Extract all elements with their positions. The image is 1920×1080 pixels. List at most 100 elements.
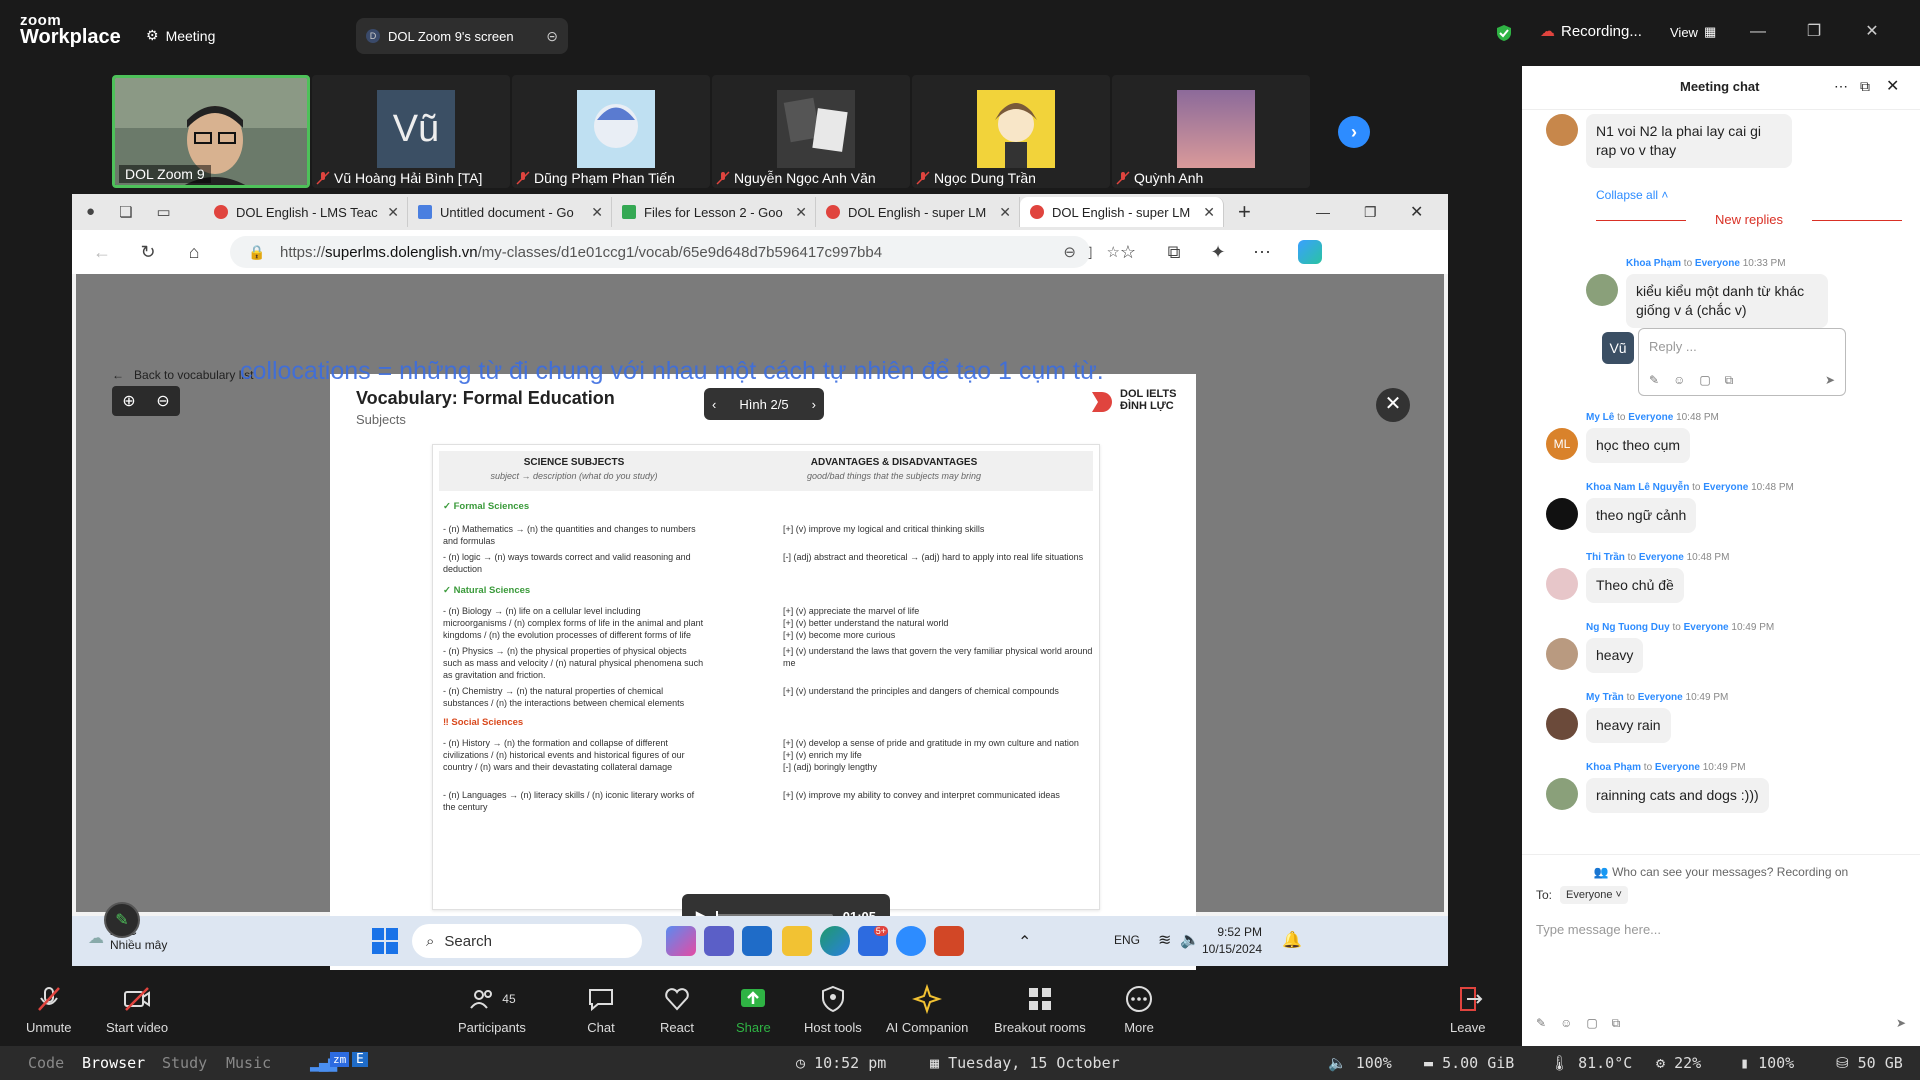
close-icon[interactable]: ✕ — [1860, 20, 1884, 44]
start-video-button[interactable]: Start video — [106, 984, 168, 1035]
zoom-out-icon[interactable]: ⊖ — [156, 391, 169, 411]
extensions-icon[interactable]: ✦ — [1206, 242, 1230, 263]
send-icon[interactable]: ➤ — [1825, 373, 1835, 387]
tab-close-icon[interactable]: ✕ — [795, 204, 807, 221]
tab-close-icon[interactable]: ✕ — [387, 204, 399, 221]
next-participants-button[interactable]: › — [1338, 116, 1370, 148]
browser-tab-active[interactable]: DOL English - super LM ✕ — [1020, 197, 1224, 227]
message-text[interactable]: Theo chủ đề — [1586, 568, 1684, 603]
annotate-pen-button[interactable]: ✎ — [104, 902, 140, 938]
meeting-info-button[interactable]: ⚙ Meeting — [146, 27, 215, 44]
workspace-browser[interactable]: Browser — [82, 1054, 145, 1072]
emoji-icon[interactable]: ☺ — [1560, 1016, 1572, 1031]
leave-button[interactable]: Leave — [1450, 984, 1485, 1035]
message-text[interactable]: học theo cụm — [1586, 428, 1691, 463]
zoom-in-icon[interactable]: ⊕ — [122, 391, 135, 411]
view-button[interactable]: View ▦ — [1670, 24, 1716, 40]
restore-icon[interactable]: ❐ — [1364, 204, 1377, 221]
address-bar[interactable]: 🔒 https://superlms.dolenglish.vn/my-clas… — [230, 236, 1120, 268]
new-tab-icon[interactable]: + — [1238, 199, 1251, 225]
screen-share-pill[interactable]: D DOL Zoom 9's screen ⊝ — [356, 18, 568, 54]
more-options-icon[interactable]: ⊝ — [546, 28, 558, 45]
more-icon[interactable]: ⋯ — [1834, 78, 1848, 95]
emoji-icon[interactable]: ☺ — [1673, 373, 1685, 388]
collapse-all-link[interactable]: Collapse all ˄ — [1596, 188, 1668, 202]
chat-input[interactable]: Type message here... — [1536, 922, 1661, 937]
participant-tile[interactable]: Quỳnh Anh — [1112, 75, 1310, 188]
tab-close-icon[interactable]: ✕ — [999, 204, 1011, 221]
home-icon[interactable]: ⌂ — [182, 242, 206, 263]
workspace-study[interactable]: Study — [162, 1054, 207, 1072]
participant-tile[interactable]: Ngọc Dung Trần — [912, 75, 1110, 188]
zoom-out-icon[interactable]: ⊖ — [1063, 243, 1076, 261]
tab-close-icon[interactable]: ✕ — [591, 204, 603, 221]
folder-icon[interactable] — [782, 926, 812, 956]
participant-tile[interactable]: DOL Zoom 9 — [112, 75, 310, 188]
file-icon[interactable]: ▢ — [1699, 373, 1710, 388]
message-text[interactable]: heavy — [1586, 638, 1644, 673]
restore-icon[interactable]: ❐ — [1802, 20, 1826, 44]
more-button[interactable]: More — [1124, 984, 1154, 1035]
tab-close-icon[interactable]: ✕ — [1203, 204, 1215, 221]
unmute-button[interactable]: Unmute — [26, 984, 72, 1035]
more-icon[interactable]: ⋯ — [1250, 242, 1274, 263]
browser-tab[interactable]: DOL English - LMS Teac ✕ — [204, 197, 408, 227]
browser-tab[interactable]: Files for Lesson 2 - Goo ✕ — [612, 197, 816, 227]
zoom-app-icon[interactable] — [896, 926, 926, 956]
format-icon[interactable]: ✎ — [1649, 373, 1659, 388]
tab-actions-icon[interactable]: ▭ — [157, 203, 171, 221]
format-icon[interactable]: ✎ — [1536, 1016, 1546, 1031]
status-volume[interactable]: 🔈 100% — [1328, 1054, 1392, 1072]
recipient-select[interactable]: Everyone ˅ — [1560, 886, 1628, 904]
close-slide-button[interactable]: ✕ — [1376, 388, 1410, 422]
pop-out-icon[interactable]: ⧉ — [1860, 78, 1870, 95]
evkey-tray-icon[interactable]: E — [352, 1052, 368, 1067]
participants-button[interactable]: 45 Participants — [458, 984, 526, 1035]
message-text[interactable]: theo ngữ cảnh — [1586, 498, 1697, 533]
screenshot-icon[interactable]: ⧉ — [1725, 373, 1734, 388]
zalo-icon[interactable]: 5+ — [858, 926, 888, 956]
who-can-see-link[interactable]: 👥 Who can see your messages? Recording o… — [1522, 854, 1920, 879]
message-text[interactable]: kiểu kiểu một danh từ khác giống v á (ch… — [1626, 274, 1828, 328]
profile-icon[interactable]: ● — [86, 203, 95, 221]
host-tools-button[interactable]: Host tools — [804, 984, 862, 1035]
participant-tile[interactable]: Vũ Vũ Hoàng Hải Bình [TA] — [312, 75, 510, 188]
zalo-tray-icon[interactable]: zm — [330, 1052, 350, 1067]
screenshot-icon[interactable]: ⧉ — [1612, 1016, 1621, 1031]
chevron-left-icon[interactable]: ‹ — [712, 397, 716, 412]
participant-tile[interactable]: Nguyễn Ngọc Anh Văn — [712, 75, 910, 188]
ai-companion-button[interactable]: AI Companion — [886, 984, 968, 1035]
language-indicator[interactable]: ENG — [1114, 933, 1140, 947]
message-text[interactable]: rainning cats and dogs :))) — [1586, 778, 1769, 813]
browser-tab[interactable]: Untitled document - Go ✕ — [408, 197, 612, 227]
teams-icon[interactable] — [704, 926, 734, 956]
reply-input[interactable]: Reply ... ✎ ☺ ▢ ⧉ ➤ — [1638, 328, 1846, 396]
volume-icon[interactable]: 🔈 — [1180, 930, 1200, 950]
minimize-icon[interactable]: — — [1316, 204, 1330, 220]
chevron-up-icon[interactable]: ⌃ — [1018, 932, 1031, 952]
back-to-vocab-link[interactable]: ← Back to vocabulary list — [112, 368, 253, 382]
shield-icon[interactable] — [1496, 24, 1512, 42]
react-button[interactable]: React — [660, 984, 694, 1035]
chat-button[interactable]: Chat — [586, 984, 616, 1035]
notification-bell-icon[interactable]: 🔔 — [1282, 930, 1302, 950]
recording-indicator[interactable]: ☁ Recording... — [1540, 22, 1642, 41]
close-icon[interactable]: ✕ — [1410, 202, 1423, 222]
store-icon[interactable] — [742, 926, 772, 956]
copilot-app-icon[interactable] — [666, 926, 696, 956]
workspaces-icon[interactable]: ❏ — [119, 203, 132, 221]
reload-icon[interactable]: ↻ — [136, 242, 160, 263]
workspace-music[interactable]: Music — [226, 1054, 271, 1072]
browser-tab[interactable]: DOL English - super LM ✕ — [816, 197, 1020, 227]
wifi-icon[interactable]: ≋ — [1158, 930, 1171, 950]
edge-icon[interactable] — [820, 926, 850, 956]
taskbar-clock[interactable]: 9:52 PM 10/15/2024 — [1202, 924, 1262, 958]
file-icon[interactable]: ▢ — [1586, 1016, 1597, 1031]
windows-start-icon[interactable] — [372, 928, 398, 954]
taskbar-search[interactable]: ⌕ Search — [412, 924, 642, 958]
participant-tile[interactable]: Dũng Phạm Phan Tiến — [512, 75, 710, 188]
share-button[interactable]: Share — [736, 984, 771, 1035]
close-icon[interactable]: ✕ — [1886, 76, 1899, 96]
back-icon[interactable]: ← — [90, 242, 114, 263]
star-icon[interactable]: ☆ — [1107, 243, 1120, 261]
